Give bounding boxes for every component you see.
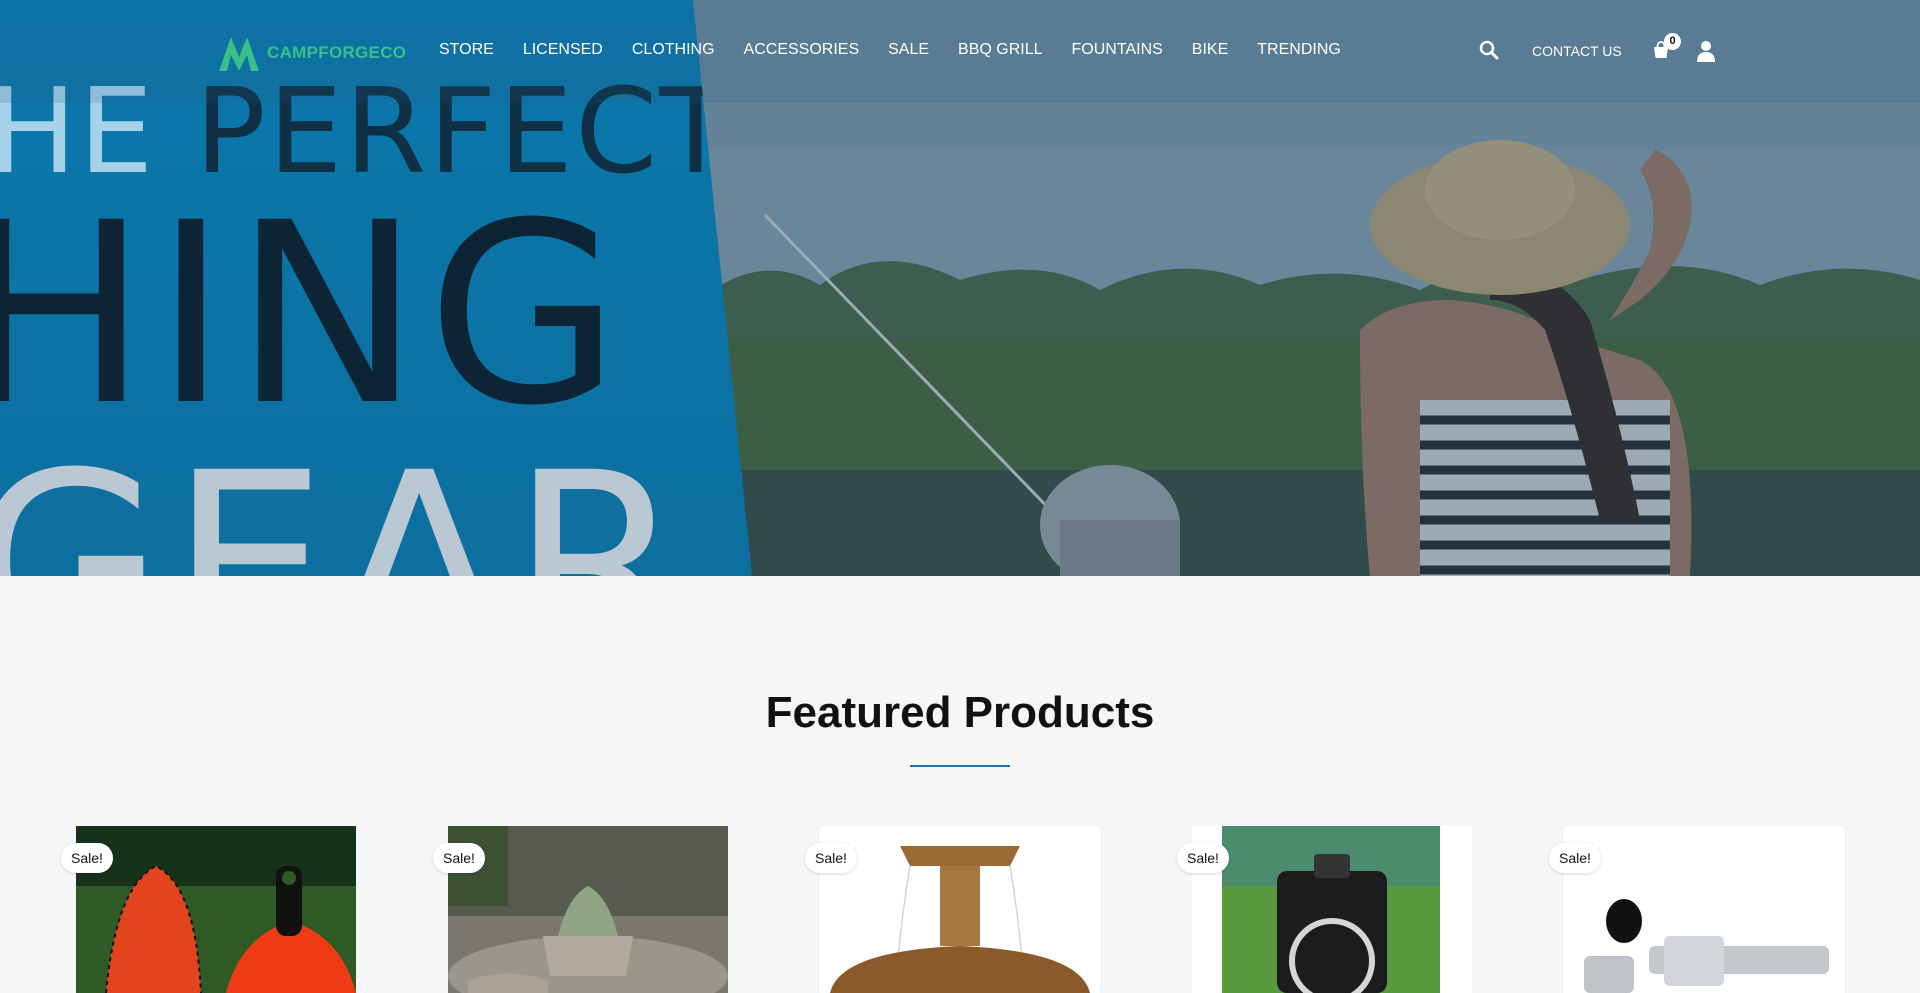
sale-badge: Sale! (805, 843, 857, 873)
nav-item-store[interactable]: STORE (439, 41, 494, 59)
product-image (76, 826, 356, 993)
site-header: CAMPFORGECO STORE LICENSED CLOTHING ACCE… (0, 0, 1920, 103)
sale-badge: Sale! (433, 843, 485, 873)
product-image (1564, 826, 1844, 993)
product-image (1192, 826, 1472, 993)
contact-us-link[interactable]: CONTACT US (1532, 43, 1622, 59)
product-card[interactable] (1192, 826, 1472, 993)
nav-item-bbq-grill[interactable]: BBQ GRILL (958, 41, 1042, 59)
sale-badge: Sale! (61, 843, 113, 873)
logo-text: CAMPFORGECO (267, 43, 407, 62)
site-logo[interactable]: CAMPFORGECO (217, 33, 406, 73)
product-card[interactable] (820, 826, 1100, 993)
product-card[interactable] (1564, 826, 1844, 993)
user-icon[interactable] (1696, 40, 1716, 62)
nav-item-licensed[interactable]: LICENSED (523, 41, 603, 59)
product-image (820, 826, 1100, 993)
nav-item-bike[interactable]: BIKE (1192, 41, 1228, 59)
main-nav: STORE LICENSED CLOTHING ACCESSORIES SALE… (439, 41, 1370, 59)
sale-badge: Sale! (1549, 843, 1601, 873)
product-grid: Sale! Sale! Sale! Sale! Sale! (0, 826, 1920, 993)
sale-badge: Sale! (1177, 843, 1229, 873)
product-card[interactable] (76, 826, 356, 993)
featured-products-title: Featured Products (765, 688, 1155, 737)
nav-item-clothing[interactable]: CLOTHING (632, 41, 715, 59)
nav-item-accessories[interactable]: ACCESSORIES (744, 41, 860, 59)
product-image (448, 826, 728, 993)
title-underline (910, 765, 1010, 767)
logo-mark-icon (219, 37, 259, 71)
product-card[interactable] (448, 826, 728, 993)
nav-item-fountains[interactable]: FOUNTAINS (1072, 41, 1163, 59)
banner-headline-line3: GEAR (0, 419, 691, 577)
nav-item-trending[interactable]: TRENDING (1257, 41, 1341, 59)
cart-count-badge: 0 (1664, 33, 1681, 50)
nav-item-sale[interactable]: SALE (888, 41, 929, 59)
banner-headline-line2: HING (0, 169, 627, 460)
search-icon[interactable] (1479, 40, 1499, 60)
